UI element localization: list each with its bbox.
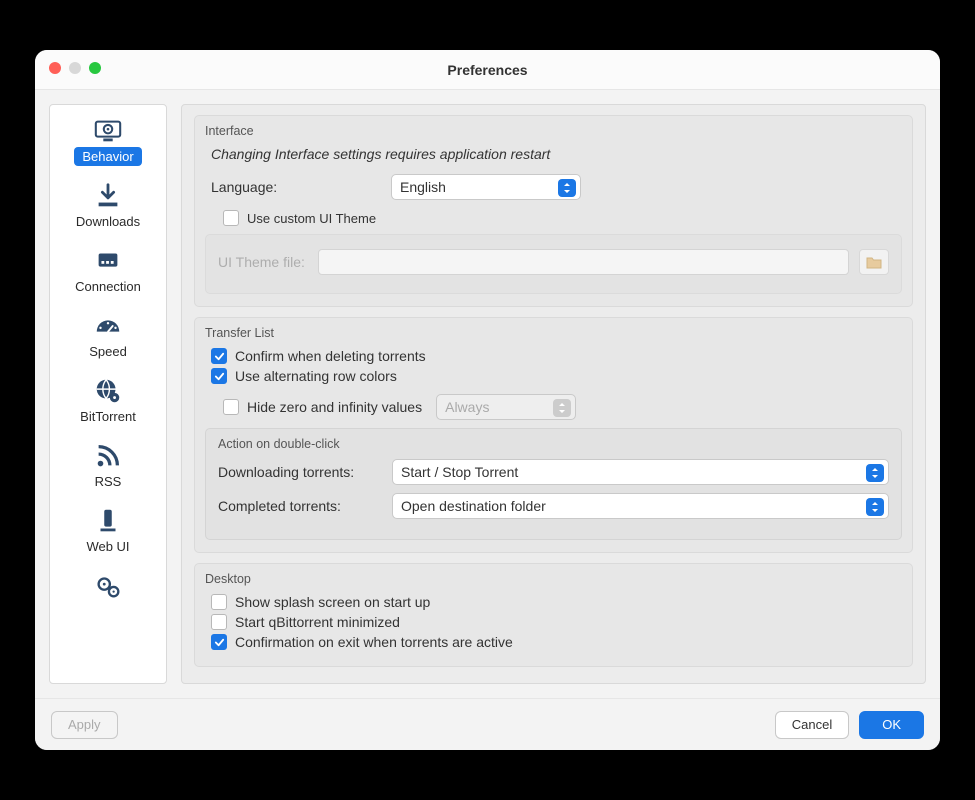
language-label: Language:: [211, 179, 301, 195]
sidebar-item-connection[interactable]: Connection: [50, 241, 166, 304]
apply-button[interactable]: Apply: [51, 711, 118, 739]
titlebar: Preferences: [35, 50, 940, 90]
download-icon: [90, 180, 126, 212]
sidebar-item-speed[interactable]: Speed: [50, 306, 166, 369]
rss-icon: [90, 440, 126, 472]
confirm-exit-checkbox[interactable]: [211, 634, 227, 650]
alt-rows-label: Use alternating row colors: [235, 368, 397, 384]
hide-zero-checkbox[interactable]: [223, 399, 239, 415]
minimized-label: Start qBittorrent minimized: [235, 614, 400, 630]
window-title: Preferences: [447, 62, 527, 78]
language-value: English: [400, 179, 446, 195]
dropdown-caret-icon: [866, 498, 884, 516]
sidebar-item-label: Speed: [81, 342, 135, 361]
downloading-action-select[interactable]: Start / Stop Torrent: [392, 459, 889, 485]
language-select[interactable]: English: [391, 174, 581, 200]
sidebar-item-label: BitTorrent: [72, 407, 144, 426]
sidebar-item-webui[interactable]: Web UI: [50, 501, 166, 564]
completed-value: Open destination folder: [401, 498, 546, 514]
close-window-button[interactable]: [49, 62, 61, 74]
cancel-button[interactable]: Cancel: [775, 711, 849, 739]
preferences-window: Preferences Behavior Downloads Connec: [35, 50, 940, 750]
sidebar-item-label: [100, 602, 116, 606]
minimize-window-button[interactable]: [69, 62, 81, 74]
dropdown-caret-icon: [553, 399, 571, 417]
sidebar-item-downloads[interactable]: Downloads: [50, 176, 166, 239]
minimized-checkbox[interactable]: [211, 614, 227, 630]
sub-title: Action on double-click: [218, 437, 889, 451]
group-title: Interface: [205, 124, 902, 138]
dialog-footer: Apply Cancel OK: [35, 698, 940, 750]
downloading-label: Downloading torrents:: [218, 464, 378, 480]
use-custom-theme-checkbox[interactable]: [223, 210, 239, 226]
splash-checkbox[interactable]: [211, 594, 227, 610]
confirm-delete-checkbox[interactable]: [211, 348, 227, 364]
restart-notice: Changing Interface settings requires app…: [211, 146, 902, 162]
sidebar-item-rss[interactable]: RSS: [50, 436, 166, 499]
sidebar-item-bittorrent[interactable]: BitTorrent: [50, 371, 166, 434]
confirm-exit-label: Confirmation on exit when torrents are a…: [235, 634, 513, 650]
folder-icon: [866, 255, 882, 269]
downloading-value: Start / Stop Torrent: [401, 464, 518, 480]
sidebar-item-advanced[interactable]: [50, 566, 166, 614]
hide-zero-mode-value: Always: [445, 399, 489, 415]
zoom-window-button[interactable]: [89, 62, 101, 74]
transfer-list-group: Transfer List Confirm when deleting torr…: [194, 317, 913, 553]
group-title: Transfer List: [205, 326, 902, 340]
dropdown-caret-icon: [866, 464, 884, 482]
use-custom-theme-label: Use custom UI Theme: [247, 211, 376, 226]
hide-zero-label: Hide zero and infinity values: [247, 399, 422, 415]
gears-icon: [90, 570, 126, 602]
sidebar-item-label: Behavior: [74, 147, 141, 166]
server-icon: [90, 505, 126, 537]
hide-zero-mode-select: Always: [436, 394, 576, 420]
completed-label: Completed torrents:: [218, 498, 378, 514]
interface-group: Interface Changing Interface settings re…: [194, 115, 913, 307]
sidebar-item-label: Web UI: [78, 537, 137, 556]
sidebar-item-label: Connection: [67, 277, 149, 296]
monitor-gear-icon: [90, 115, 126, 147]
preferences-content: Interface Changing Interface settings re…: [181, 104, 926, 684]
group-title: Desktop: [205, 572, 902, 586]
sidebar-item-behavior[interactable]: Behavior: [50, 111, 166, 174]
alt-rows-checkbox[interactable]: [211, 368, 227, 384]
theme-file-subgroup: UI Theme file:: [205, 234, 902, 294]
splash-label: Show splash screen on start up: [235, 594, 430, 610]
gauge-icon: [90, 310, 126, 342]
window-controls: [49, 62, 101, 74]
sidebar-item-label: Downloads: [68, 212, 148, 231]
dropdown-caret-icon: [558, 179, 576, 197]
ok-button[interactable]: OK: [859, 711, 924, 739]
theme-file-input[interactable]: [318, 249, 849, 275]
double-click-subgroup: Action on double-click Downloading torre…: [205, 428, 902, 540]
sidebar-item-label: RSS: [87, 472, 130, 491]
completed-action-select[interactable]: Open destination folder: [392, 493, 889, 519]
preferences-sidebar: Behavior Downloads Connection Speed: [49, 104, 167, 684]
desktop-group: Desktop Show splash screen on start up S…: [194, 563, 913, 667]
network-icon: [90, 245, 126, 277]
globe-gear-icon: [90, 375, 126, 407]
browse-theme-button[interactable]: [859, 249, 889, 275]
confirm-delete-label: Confirm when deleting torrents: [235, 348, 426, 364]
theme-file-label: UI Theme file:: [218, 254, 308, 270]
